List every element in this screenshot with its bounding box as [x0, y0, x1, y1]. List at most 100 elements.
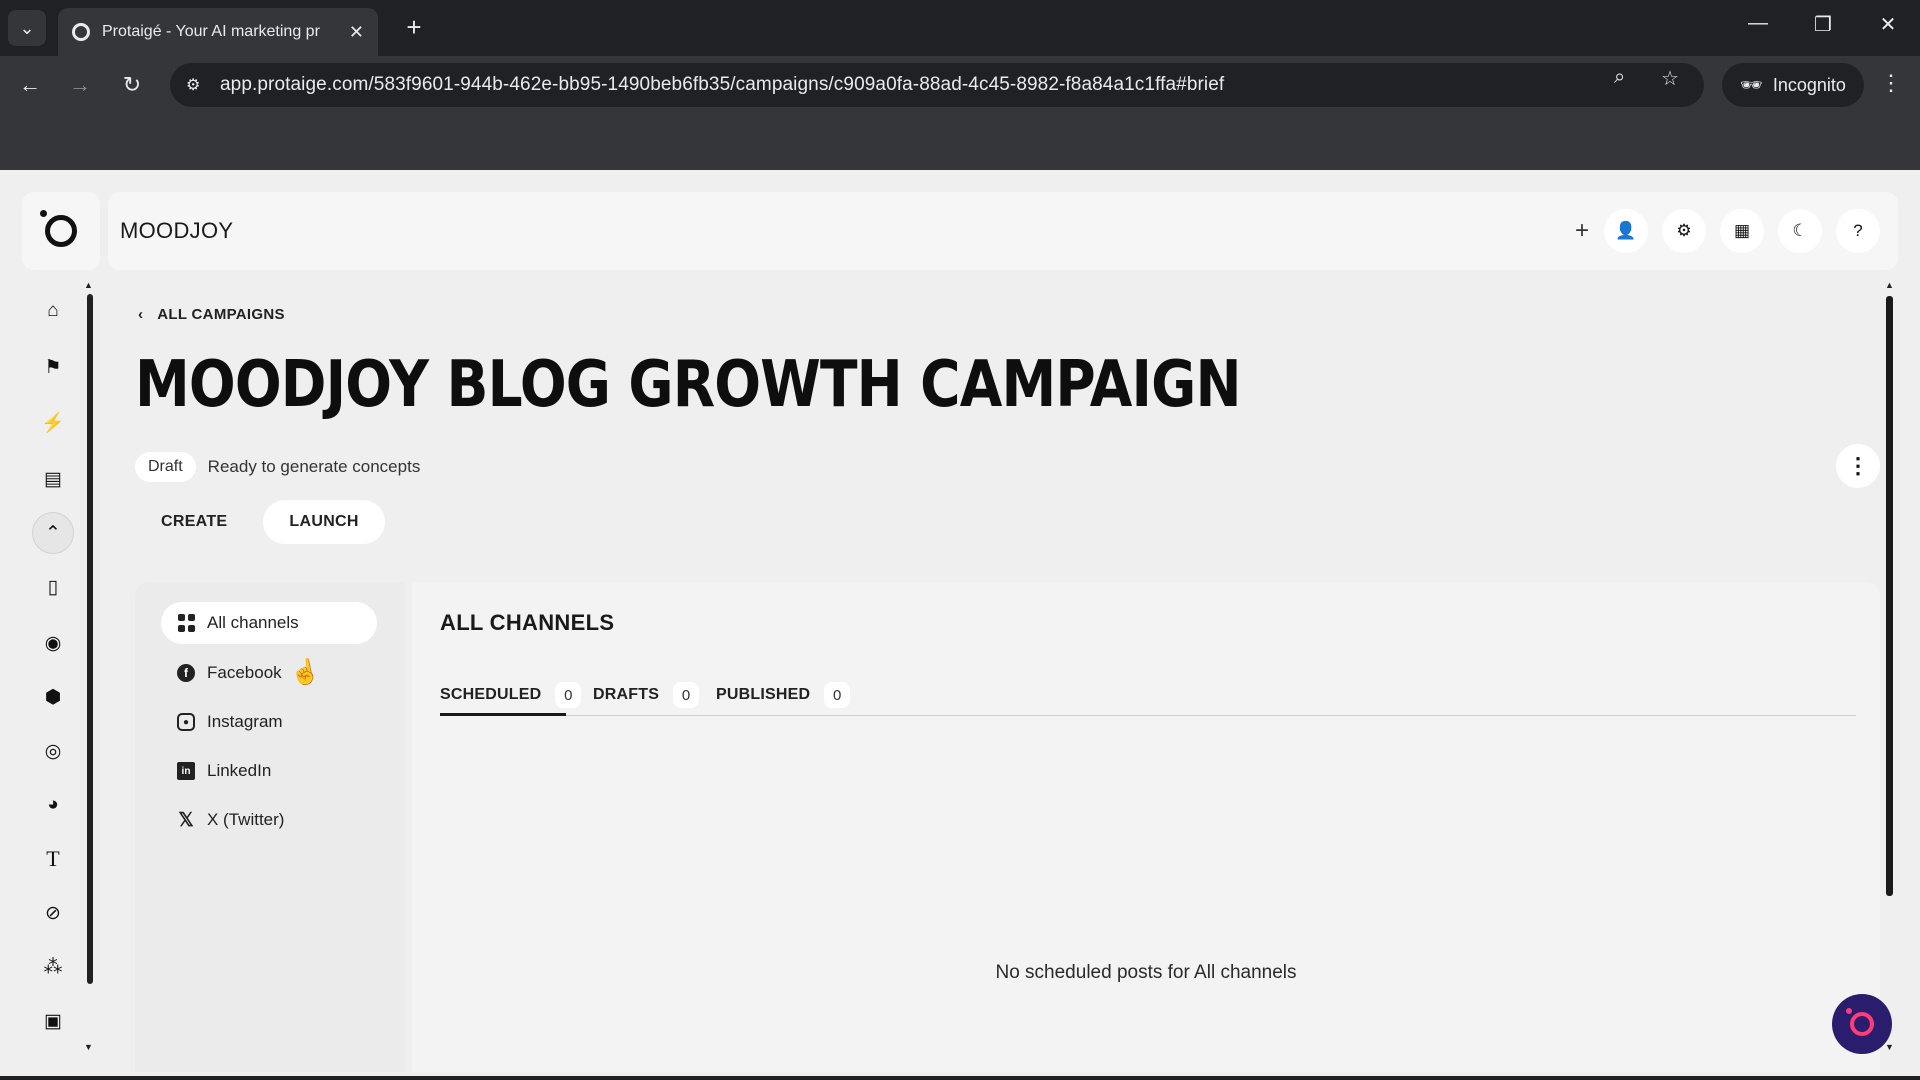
content-title: ALL CHANNELS	[440, 610, 615, 635]
channel-content-panel: ALL CHANNELS SCHEDULED 0 DRAFTS 0 PUBLIS…	[412, 582, 1880, 1072]
tab-label: PUBLISHED	[716, 686, 811, 703]
instagram-icon: ●	[177, 713, 195, 731]
chevron-left-icon: ‹	[138, 306, 144, 323]
tab-launch[interactable]: LAUNCH	[263, 500, 385, 544]
sidebar-scrollbar[interactable]	[87, 294, 93, 984]
count-badge: 0	[824, 682, 851, 708]
hand-cursor-icon: ☝	[287, 656, 323, 689]
text-icon[interactable]: T	[32, 838, 74, 880]
close-window-button[interactable]: ✕	[1868, 12, 1908, 37]
home-icon[interactable]: ⌂	[32, 290, 74, 332]
protaige-logo[interactable]	[22, 192, 100, 270]
tab-drafts[interactable]: DRAFTS 0	[593, 678, 700, 712]
forward-icon[interactable]: →	[63, 68, 97, 102]
tab-create[interactable]: CREATE	[135, 500, 253, 544]
empty-state-message: No scheduled posts for All channels	[995, 962, 1297, 983]
image-icon[interactable]: ▣	[32, 1000, 74, 1042]
channel-item-all[interactable]: All channels	[161, 602, 377, 644]
back-link-label: ALL CAMPAIGNS	[157, 306, 285, 323]
lightning-icon[interactable]: ⚡	[32, 402, 74, 444]
favicon-icon	[72, 23, 90, 41]
back-to-campaigns-link[interactable]: ‹ ALL CAMPAIGNS	[138, 306, 285, 323]
site-info-icon[interactable]: ⚙	[186, 75, 220, 95]
minimize-button[interactable]: —	[1738, 12, 1778, 35]
document-icon[interactable]: ▯	[32, 566, 74, 608]
restore-button[interactable]: ❐	[1803, 12, 1843, 37]
tab-published[interactable]: PUBLISHED 0	[716, 678, 851, 712]
tab-title: Protaigé - Your AI marketing pr	[102, 23, 320, 40]
bookmark-star-icon[interactable]: ☆	[1661, 66, 1679, 91]
address-bar[interactable]: ⚙ app.protaige.com/583f9601-944b-462e-bb…	[170, 63, 1704, 107]
browser-tab-bar: ⌄ Protaigé - Your AI marketing pr ✕ + — …	[0, 0, 1920, 56]
tab-label: DRAFTS	[593, 686, 660, 703]
campaign-icon[interactable]: ⚑	[32, 346, 74, 388]
channel-item-facebook[interactable]: f Facebook	[161, 652, 377, 694]
more-options-icon[interactable]: ⋮	[1836, 444, 1880, 488]
channel-item-x[interactable]: 𝕏 X (Twitter)	[161, 799, 377, 841]
linkedin-icon: in	[177, 762, 195, 780]
chat-assistant-button[interactable]	[1832, 994, 1892, 1054]
status-text: Ready to generate concepts	[207, 457, 421, 476]
incognito-indicator[interactable]: 🕶 Incognito	[1722, 63, 1864, 107]
moon-icon[interactable]: ☾	[1778, 209, 1822, 253]
tab-label: SCHEDULED	[440, 686, 542, 703]
new-tab-button[interactable]: +	[398, 12, 430, 44]
channel-label: Instagram	[207, 712, 283, 731]
zoom-icon[interactable]: ⌕	[1614, 66, 1625, 89]
close-tab-icon[interactable]: ✕	[349, 22, 364, 43]
page-title: MOODJOY BLOG GROWTH CAMPAIGN	[135, 348, 1242, 422]
assistant-logo-icon	[1846, 1008, 1874, 1036]
brush-icon[interactable]: ⊘	[32, 892, 74, 934]
settings-icon[interactable]: ⚙	[1662, 209, 1706, 253]
grid-icon	[177, 614, 195, 632]
target-icon[interactable]: ◎	[32, 730, 74, 772]
box-icon[interactable]: ⬢	[32, 676, 74, 718]
grid-icon[interactable]: ▦	[1720, 209, 1764, 253]
reload-icon[interactable]: ↻	[115, 68, 149, 102]
count-badge: 0	[673, 682, 700, 708]
post-status-tabs: SCHEDULED 0 DRAFTS 0 PUBLISHED 0	[440, 678, 1856, 716]
user-icon[interactable]: 👤	[1604, 209, 1648, 253]
back-icon[interactable]: ←	[13, 68, 47, 102]
app-window: MOODJOY + 👤 ⚙ ▦ ☾ ? ⌂ ⚑ ⚡ ▤ ⌃ ▯ ◉ ⬢ ◎ ◕ …	[0, 170, 1920, 1076]
channel-label: LinkedIn	[207, 761, 272, 780]
palette-icon[interactable]: ◕	[32, 784, 74, 826]
incognito-label: Incognito	[1772, 74, 1846, 95]
top-header: MOODJOY + 👤 ⚙ ▦ ☾ ?	[108, 192, 1898, 270]
status-row: Draft Ready to generate concepts	[135, 452, 420, 482]
count-badge: 0	[555, 682, 582, 708]
channel-label: Facebook	[207, 663, 282, 682]
main-scroll-up-icon[interactable]: ▲	[1885, 280, 1894, 290]
audience-icon[interactable]: ⁂	[32, 946, 74, 988]
status-badge: Draft	[135, 452, 196, 482]
x-icon: 𝕏	[178, 809, 194, 831]
channel-label: All channels	[207, 613, 299, 632]
plus-icon[interactable]: +	[1560, 209, 1604, 253]
browser-menu-icon[interactable]: ⋮	[1876, 70, 1906, 96]
help-icon[interactable]: ?	[1836, 209, 1880, 253]
profile-icon[interactable]: ◉	[32, 622, 74, 664]
tab-scheduled[interactable]: SCHEDULED 0	[440, 678, 582, 712]
browser-bookmark-strip	[0, 114, 1920, 170]
facebook-icon: f	[177, 664, 195, 682]
main-scroll-down-icon[interactable]: ▼	[1885, 1042, 1894, 1052]
url-text[interactable]: app.protaige.com/583f9601-944b-462e-bb95…	[220, 74, 1224, 96]
active-tab-indicator	[440, 713, 566, 716]
sidebar-scroll-down-icon[interactable]: ▼	[84, 1042, 93, 1052]
collapse-icon[interactable]: ⌃	[32, 512, 74, 554]
browser-tab[interactable]: Protaigé - Your AI marketing pr ✕	[58, 8, 378, 56]
logo-icon	[40, 210, 77, 247]
window-bottom-edge	[0, 1076, 1920, 1080]
left-sidebar: ⌂ ⚑ ⚡ ▤ ⌃ ▯ ◉ ⬢ ◎ ◕ T ⊘ ⁂ ▣	[22, 282, 84, 1072]
tab-search-button[interactable]: ⌄	[8, 10, 46, 46]
mode-tabs: CREATE LAUNCH	[135, 500, 385, 544]
main-scrollbar[interactable]	[1886, 296, 1893, 896]
channel-item-linkedin[interactable]: in LinkedIn	[161, 750, 377, 792]
browser-toolbar: ← → ↻ ⚙ app.protaige.com/583f9601-944b-4…	[0, 56, 1920, 114]
channel-label: X (Twitter)	[207, 810, 285, 829]
channel-list: All channels f Facebook ● Instagram in L…	[135, 582, 405, 1072]
book-icon[interactable]: ▤	[32, 458, 74, 500]
sidebar-scroll-up-icon[interactable]: ▲	[84, 280, 93, 290]
workspace-name[interactable]: MOODJOY	[120, 218, 233, 244]
channel-item-instagram[interactable]: ● Instagram	[161, 701, 377, 743]
